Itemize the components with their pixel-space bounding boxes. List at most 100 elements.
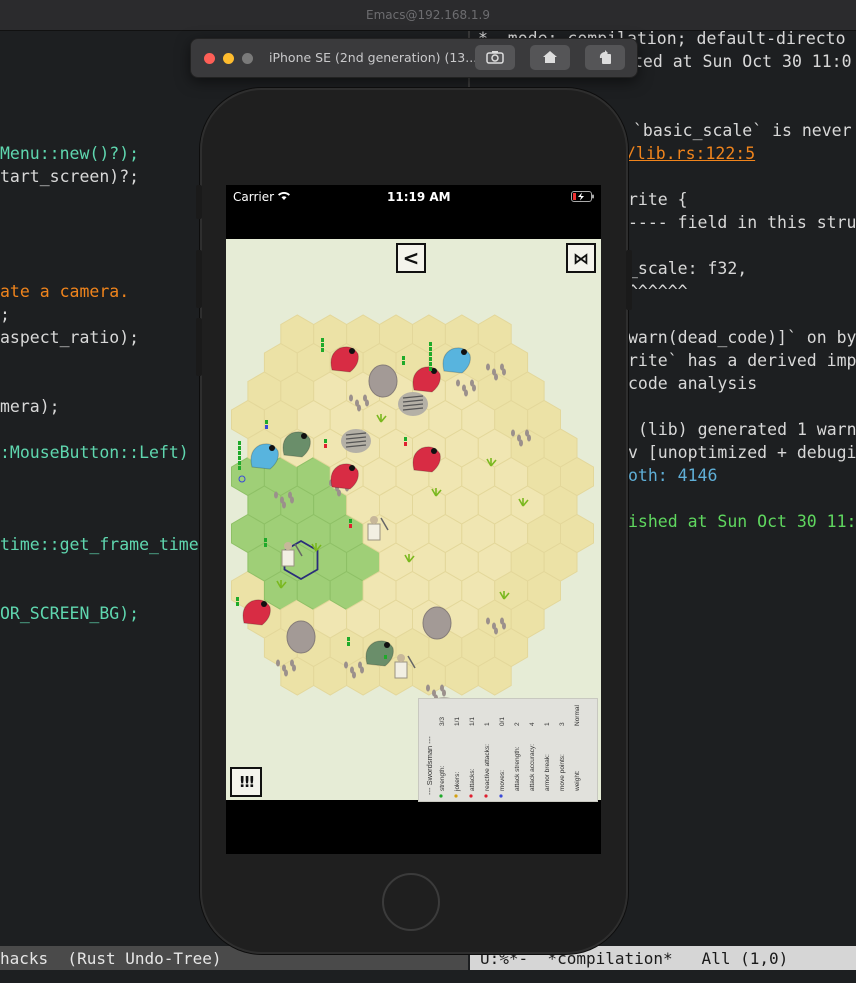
phone-screen[interactable]: Carrier 11:19 AM < ⋈ !!! --- Swordsman -… [226,185,601,854]
output-line: ted at Sun Oct 30 11:0 [633,52,852,71]
clock: 11:19 AM [387,190,451,204]
unit-info-value: 3/3 [439,717,446,726]
back-button[interactable]: < [396,243,426,273]
rubble-icon [290,496,294,504]
menu-button[interactable]: !!! [230,767,262,797]
unit-info-panel: --- Swordsman --- strength: 3/3 jokers: 1/1 a… [418,698,598,802]
unit-info-label: reactive attacks: [484,744,491,791]
stat-pip [321,338,324,342]
phone-home-button[interactable] [382,873,440,931]
stat-pip [238,466,241,470]
output-line: rite { [628,190,688,209]
rubble-icon [352,671,356,679]
game-view[interactable]: < ⋈ !!! --- Swordsman --- strength: 3/3 jok… [226,239,601,802]
unit-swordsman[interactable] [367,523,381,541]
code-line: ate a camera. [0,282,130,301]
rubble-icon [276,659,280,667]
stat-pip [429,367,432,371]
unit-imp-eye[interactable] [431,448,437,454]
rubble-icon [502,368,506,376]
unit-ice-imp-eye[interactable] [461,349,467,355]
wifi-icon [278,192,290,200]
output-line: ^^^^^^ [628,282,688,301]
stat-pip [349,524,352,528]
rubble-icon [494,373,498,381]
phone-side-button [196,185,202,219]
stat-bullet-icon [469,794,473,798]
unit-swordsman[interactable] [281,549,295,567]
stat-pip [347,637,350,641]
output-line: `basic_scale` is never [633,121,852,140]
unit-imp-eye[interactable] [261,601,267,607]
stat-pip [265,420,268,424]
back-icon: < [402,246,420,270]
code-line: mera); [0,397,60,416]
stat-bullet-icon [484,794,488,798]
minibuffer[interactable] [0,970,856,983]
unit-info-value: 1 [544,722,551,726]
code-line: tart_screen)?; [0,167,140,186]
stat-pip [349,519,352,523]
rubble-icon [486,617,490,625]
simulator-titlebar[interactable]: iPhone SE (2nd generation) (13... [190,38,638,78]
stat-bullet-icon [439,794,443,798]
stat-pip [265,425,268,429]
stat-pip [236,597,239,601]
rubble-icon [494,627,498,635]
stat-pip [238,451,241,455]
unit-swordsman-head[interactable] [397,654,405,662]
unit-info-value: 4 [529,722,536,726]
rubble-icon [527,434,531,442]
rotate-button[interactable] [585,45,625,70]
rubble-icon [456,379,460,387]
close-icon[interactable] [204,53,215,64]
boulder-icon [286,620,316,654]
stat-pip [238,456,241,460]
code-line: aspect_ratio); [0,328,140,347]
unit-info-label: move points: [559,754,566,791]
phone-volume-up [196,250,202,308]
output-line: _scale: f32, [628,259,748,278]
menu-icon: !!! [238,773,255,791]
stat-pip [384,655,387,659]
unit-info-text: --- Swordsman --- strength: 3/3 jokers: 1/1 a… [425,704,581,798]
stat-pip [324,444,327,448]
unit-info-value: 1 [484,722,491,726]
rubble-icon [511,429,515,437]
zoom-icon[interactable] [242,53,253,64]
rubble-icon [365,399,369,407]
rubble-icon [357,404,361,412]
spike-pit-icon [341,429,371,453]
output-line: oth: 4146 [628,466,718,485]
unit-imp-eye[interactable] [349,465,355,471]
stat-pip [429,352,432,356]
unit-toxic-imp-eye[interactable] [384,642,390,648]
output-line: rite` has a derived imp [628,351,856,370]
rubble-icon [282,501,286,509]
screenshot-button[interactable] [475,45,515,70]
unit-swordsman-head[interactable] [284,542,292,550]
unit-imp-eye[interactable] [349,348,355,354]
unit-swordsman-head[interactable] [370,516,378,524]
unit-ice-imp-eye[interactable] [269,445,275,451]
code-line: OR_SCREEN_BG); [0,604,140,623]
stat-pip [404,437,407,441]
code-line: time::get_frame_time [0,535,199,554]
code-line: ; [0,305,10,324]
ios-status-bar: Carrier 11:19 AM [226,185,601,239]
unit-toxic-imp-eye[interactable] [301,433,307,439]
home-button[interactable] [530,45,570,70]
unit-info-label: attack strength: [514,746,521,791]
end-turn-button[interactable]: ⋈ [566,243,596,273]
output-line[interactable]: /lib.rs:122:5 [626,144,755,163]
minimize-icon[interactable] [223,53,234,64]
unit-swordsman[interactable] [394,661,408,679]
code-line: Menu::new()?); [0,144,140,163]
code-line: :MouseButton::Left) [0,443,189,462]
unit-info-value: 3 [559,722,566,726]
unit-info-value: 1/1 [469,717,476,726]
rubble-icon [349,394,353,402]
unit-info-label: strength: [439,766,446,791]
window-titlebar: Emacs@192.168.1.9 [0,0,856,31]
rubble-icon [426,684,430,692]
